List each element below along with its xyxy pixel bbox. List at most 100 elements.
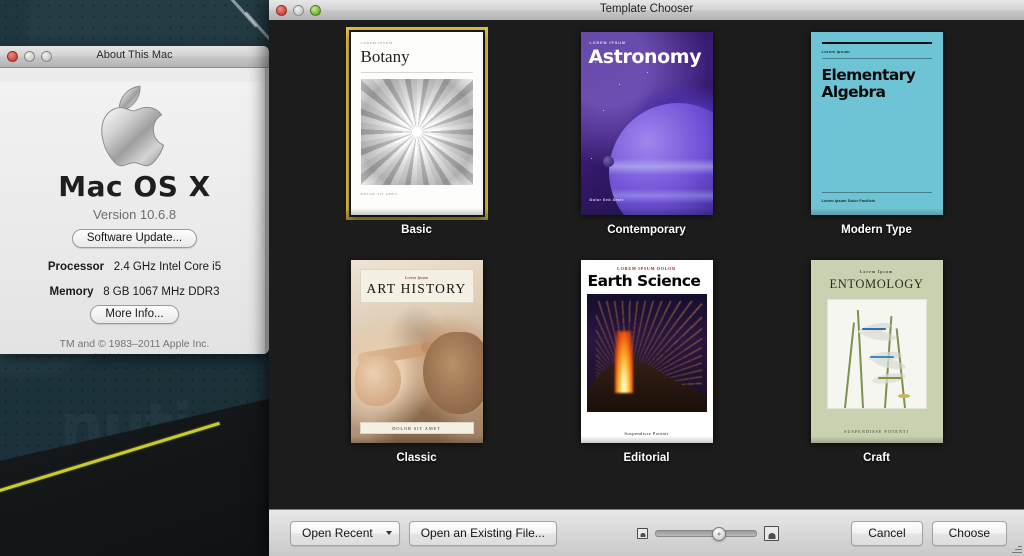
dragonfly-plate-image <box>826 299 927 409</box>
about-this-mac-window[interactable]: About This Mac Mac OS X Version 10.6.8 S… <box>0 46 269 354</box>
template-cell: LOREM IPSUM DOLOR Earth Science Suspendi… <box>532 260 762 494</box>
fresco-art-detail <box>422 332 483 414</box>
resize-grip[interactable] <box>1011 543 1022 554</box>
template-cell: Lorem Ipsum ART HISTORY DOLOR SIT AMET C… <box>302 260 532 494</box>
template-item-editorial[interactable]: LOREM IPSUM DOLOR Earth Science Suspendi… <box>534 260 759 494</box>
template-gallery[interactable]: LOREM IPSUM Botany DOLOR SIT AMET Basic <box>269 20 1024 510</box>
thumbnail-fade-overlay <box>304 208 529 266</box>
memory-value: 8 GB 1067 MHz DDR3 <box>103 286 220 298</box>
cover-footer: DOLOR SIT AMET <box>360 192 398 196</box>
star-dot <box>590 158 592 160</box>
cover-title-banner: Lorem Ipsum ART HISTORY <box>359 269 474 304</box>
cover-title: Botany <box>360 47 410 66</box>
cover-eyebrow: Lorem Ipsum <box>404 275 429 280</box>
cover-eyebrow: Lorem Ipsum <box>859 269 894 274</box>
template-name-classic: Classic <box>396 452 437 464</box>
toolbar-action-buttons: Cancel Choose <box>851 520 1007 546</box>
template-name-craft: Craft <box>863 452 890 464</box>
template-cover-craft: Lorem Ipsum ENTOMOLOGY SUSPENDISSE POTEN… <box>810 260 943 443</box>
template-cell: LOREM IPSUM Astronomy Dolor Sed Amet Con… <box>532 32 762 266</box>
slider-knob[interactable] <box>712 526 726 541</box>
template-name-contemporary: Contemporary <box>607 224 686 236</box>
cancel-button[interactable]: Cancel <box>851 520 923 546</box>
cover-title: ENTOMOLOGY <box>829 277 924 291</box>
thumbnail-fade-overlay <box>534 436 759 494</box>
about-window-titlebar[interactable]: About This Mac <box>0 46 269 68</box>
chooser-toolbar: Open Recent Open an Existing File... Can… <box>269 509 1024 556</box>
processor-value: 2.4 GHz Intel Core i5 <box>113 261 222 273</box>
thumbnail-size-slider[interactable] <box>655 526 757 541</box>
moth-body <box>897 394 910 398</box>
open-existing-file-button[interactable]: Open an Existing File... <box>408 520 557 546</box>
template-item-basic[interactable]: LOREM IPSUM Botany DOLOR SIT AMET Basic <box>304 27 529 266</box>
template-name-editorial: Editorial <box>623 452 670 464</box>
os-name: Mac OS X <box>58 170 211 203</box>
processor-label: Processor <box>47 261 105 273</box>
thumbnail-fade-overlay <box>764 436 989 494</box>
thumbnail-fade-overlay <box>304 436 529 494</box>
about-window-title: About This Mac <box>96 49 173 61</box>
cover-top-rule <box>821 42 932 44</box>
template-cover-modern-type: Lorem Ipsum Elementary Algebra Lorem Ips… <box>810 32 943 215</box>
template-name-basic: Basic <box>401 224 432 236</box>
cover-rule <box>821 58 932 59</box>
template-item-classic[interactable]: Lorem Ipsum ART HISTORY DOLOR SIT AMET C… <box>304 260 529 494</box>
template-grid: LOREM IPSUM Botany DOLOR SIT AMET Basic <box>269 20 1024 494</box>
cover-footer: Dolor Sed Amet <box>589 198 624 202</box>
about-window-body: Mac OS X Version 10.6.8 Software Update.… <box>0 82 269 354</box>
software-update-button[interactable]: Software Update... <box>71 229 198 248</box>
cover-eyebrow: LOREM IPSUM <box>589 41 626 45</box>
fresco-art-detail <box>354 356 401 406</box>
template-item-contemporary[interactable]: LOREM IPSUM Astronomy Dolor Sed Amet Con… <box>534 32 759 266</box>
chevron-down-icon <box>385 530 392 535</box>
template-chooser-window[interactable]: Template Chooser LOREM IPSUM Botany DOLO… <box>269 0 1024 556</box>
planet-image <box>608 103 713 215</box>
cover-eyebrow: Lorem Ipsum <box>821 49 850 54</box>
cover-title: Earth Science <box>587 272 701 290</box>
template-cover-basic: LOREM IPSUM Botany DOLOR SIT AMET <box>350 32 483 215</box>
legal-line-1: TM and © 1983–2011 Apple Inc. <box>59 338 210 350</box>
processor-row: Processor 2.4 GHz Intel Core i5 <box>0 261 269 273</box>
memory-row: Memory 8 GB 1067 MHz DDR3 <box>0 286 269 298</box>
template-item-craft[interactable]: Lorem Ipsum ENTOMOLOGY SUSPENDISSE POTEN… <box>764 260 989 494</box>
small-thumbnail-icon[interactable] <box>637 528 648 539</box>
dahlia-flower-image <box>360 79 473 185</box>
open-recent-label: Open Recent <box>302 525 373 540</box>
star-dot <box>618 84 620 86</box>
template-cover-contemporary: LOREM IPSUM Astronomy Dolor Sed Amet <box>580 32 713 215</box>
more-info-button[interactable]: More Info... <box>90 305 179 324</box>
plant-stem <box>856 310 864 408</box>
legal-line-2: All Rights Reserved. <box>0 351 269 354</box>
template-cell: Lorem Ipsum ENTOMOLOGY SUSPENDISSE POTEN… <box>762 260 992 494</box>
volcano-image <box>586 294 707 412</box>
cover-footer: DOLOR SIT AMET <box>359 422 474 434</box>
cover-footer: SUSPENDISSE POTENTI <box>844 429 909 434</box>
cover-rule <box>360 72 473 73</box>
os-version: Version 10.6.8 <box>92 207 177 222</box>
cover-eyebrow: LOREM IPSUM DOLOR <box>617 266 676 271</box>
moon-image <box>602 156 614 167</box>
memory-label: Memory <box>49 286 94 298</box>
open-recent-button[interactable]: Open Recent <box>290 520 400 546</box>
template-name-modern-type: Modern Type <box>841 224 912 236</box>
plant-stem <box>843 322 855 408</box>
thumbnail-size-slider-group[interactable] <box>637 526 779 541</box>
cover-title: Elementary Algebra <box>821 65 916 101</box>
cover-title: Astronomy <box>588 46 702 68</box>
template-cover-editorial: LOREM IPSUM DOLOR Earth Science Suspendi… <box>580 260 713 443</box>
star-dot <box>646 72 648 74</box>
thumbnail-fade-overlay <box>534 208 759 266</box>
apple-logo-icon <box>100 85 164 167</box>
template-item-modern-type[interactable]: Lorem Ipsum Elementary Algebra Lorem Ips… <box>764 32 989 266</box>
thumbnail-fade-overlay <box>764 208 989 266</box>
chooser-titlebar[interactable]: Template Chooser <box>269 0 1024 21</box>
cover-footer: Suspendisse Potenti <box>624 431 669 436</box>
cover-eyebrow: LOREM IPSUM <box>360 41 393 45</box>
template-cell: LOREM IPSUM Botany DOLOR SIT AMET Basic <box>302 27 532 266</box>
choose-button[interactable]: Choose <box>931 520 1007 546</box>
legal-notice: TM and © 1983–2011 Apple Inc. All Rights… <box>0 337 269 354</box>
star-dot <box>602 110 604 112</box>
large-thumbnail-icon[interactable] <box>764 526 779 541</box>
template-cover-classic: Lorem Ipsum ART HISTORY DOLOR SIT AMET <box>350 260 483 443</box>
cover-bottom-rule <box>821 192 932 193</box>
